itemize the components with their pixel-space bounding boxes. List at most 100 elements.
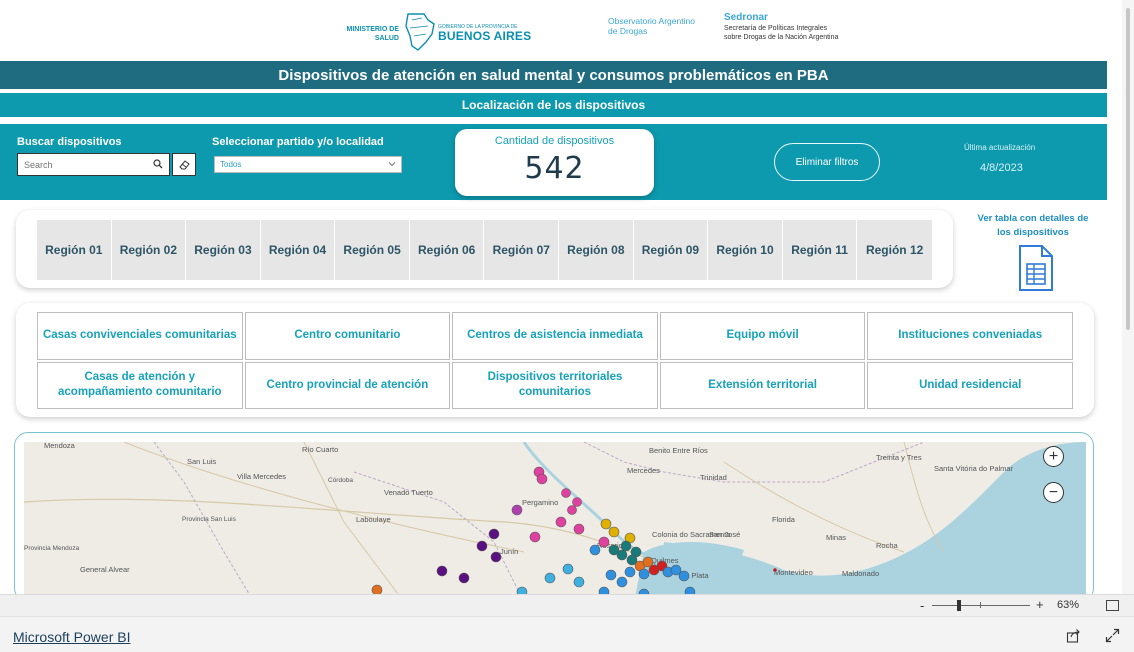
zoom-slider-track[interactable] [932,605,1030,606]
vertical-scrollbar[interactable] [1122,0,1134,594]
zoom-slider-thumb[interactable] [957,600,961,611]
device-type-button[interactable]: Centro comunitario [244,312,451,360]
last-update-label: Última actualización [964,143,1036,152]
map-label: Rocha [876,541,899,550]
map-label: Florida [772,515,796,524]
device-count-card: Cantidad de dispositivos 542 [455,129,654,196]
gobierno-logo: GOBIERNO DE LA PROVINCIA DE BUENOS AIRES [438,24,531,42]
device-type-button[interactable]: Centros de asistencia inmediata [452,312,658,360]
map-label: Treinta y Tres [876,453,922,462]
region-slicer: Región 01 Región 02 Región 03 Región 04 … [37,220,932,280]
table-link-line-2: los dispositivos [997,227,1069,238]
powerbi-link[interactable]: Microsoft Power BI [13,629,130,645]
region-button[interactable]: Región 03 [186,220,261,280]
page-subtitle: Localización de los dispositivos [0,93,1107,117]
map-label: Montevideo [774,568,813,577]
map-label: Junín [500,547,518,556]
device-type-button[interactable]: Unidad residencial [867,361,1073,409]
fullscreen-icon[interactable] [1105,628,1120,643]
device-type-button[interactable]: Instituciones conveniadas [867,312,1073,360]
region-button[interactable]: Región 12 [857,220,932,280]
ministerio-line-2: SALUD [374,35,399,42]
map-label: Maldonado [842,569,879,578]
region-button[interactable]: Región 02 [111,220,187,280]
chevron-down-icon [388,162,396,167]
device-type-button[interactable]: Casas de atención y acompañamiento comun… [37,361,243,409]
map-zoom-out-button[interactable]: − [1043,482,1064,503]
map-label: Mendoza [44,442,76,450]
partido-select[interactable]: Todos [214,156,402,173]
table-link-line-1: Ver tabla con detalles de [977,213,1089,224]
region-button[interactable]: Región 08 [559,220,634,280]
observatorio-line-2: de Drogas [608,26,648,36]
count-label: Cantidad de dispositivos [494,135,615,147]
map-label: Pergamino [522,498,558,507]
map-label: Benito Entre Ríos [649,446,708,455]
zoom-level-value: 63% [1057,599,1080,611]
map-label: Córdoba [328,477,353,484]
map-card: Mendoza Río Cuarto San Luis Villa Merced… [14,432,1094,602]
sedronar-line-2: sobre Drogas de la Nación Argentina [724,34,839,41]
partido-label: Seleccionar partido y/o localidad [212,136,384,148]
device-type-slicer: Casas convivenciales comunitarias Centro… [37,312,1073,409]
gobierno-big-text: BUENOS AIRES [438,29,532,43]
observatorio-line-1: Observatorio Argentino [608,16,695,26]
powerbi-footer: Microsoft Power BI [0,616,1134,652]
device-type-button[interactable]: Extensión territorial [659,361,866,409]
device-map[interactable]: Mendoza Río Cuarto San Luis Villa Merced… [24,442,1086,602]
map-label: San José [709,530,740,539]
sedronar-line-1: Secretaría de Políticas Integrales [724,25,828,32]
map-label: Río Cuarto [302,445,338,454]
map-label: Trinidad [700,473,727,482]
scrollbar-thumb[interactable] [1126,8,1130,330]
report-zoom-bar: - + 63% [0,594,1134,616]
device-type-button[interactable]: Equipo móvil [659,312,866,360]
region-button[interactable]: Región 05 [335,220,410,280]
ministerio-line-1: MINISTERIO DE [346,26,399,33]
ministerio-logo: MINISTERIO DE SALUD [345,25,399,43]
region-button[interactable]: Región 04 [260,220,336,280]
region-button[interactable]: Región 09 [633,220,709,280]
search-icon[interactable] [153,159,163,169]
observatorio-logo: Observatorio Argentino de Drogas [608,16,695,36]
device-type-button[interactable]: Centro provincial de atención [244,361,451,409]
partido-selected-value: Todos [220,160,242,169]
fit-to-page-icon[interactable] [1106,600,1119,611]
region-button[interactable]: Región 11 [782,220,858,280]
map-label: Minas [826,533,846,542]
zoom-slider-tick [980,602,981,608]
buenos-aires-map-icon [405,13,435,51]
region-button[interactable]: Región 01 [37,220,112,280]
map-label: Provincia Mendoza [24,545,80,552]
last-update-date: 4/8/2023 [980,162,1023,174]
map-label: San Luis [187,457,216,466]
search-box[interactable] [17,153,170,176]
map-label: Mercedes [627,466,660,475]
map-label: General Alvear [80,565,130,574]
count-value: 542 [524,151,585,186]
map-label: Venado Tuerto [384,488,433,497]
device-type-button[interactable]: Casas convivenciales comunitarias [37,312,243,360]
device-type-button[interactable]: Dispositivos territoriales comunitarios [452,361,658,409]
map-label: Santa Vitória do Palmar [934,464,1014,473]
clear-search-button[interactable] [172,153,196,176]
logo-header: MINISTERIO DE SALUD GOBIERNO DE LA PROVI… [0,0,1122,60]
table-details-link[interactable]: Ver tabla con detalles de los dispositiv… [970,212,1096,240]
sedronar-title: Sedronar [724,12,768,23]
zoom-plus-button[interactable]: + [1036,597,1044,612]
share-icon[interactable] [1066,628,1081,643]
spreadsheet-document-icon[interactable] [1018,244,1054,292]
clear-filters-button[interactable]: Eliminar filtros [774,143,880,181]
map-label: Villa Mercedes [237,472,286,481]
map-zoom-in-button[interactable]: + [1043,446,1064,467]
search-label: Buscar dispositivos [17,136,122,148]
page-title: Dispositivos de atención en salud mental… [0,61,1107,89]
map-label: Provincia San Luis [182,516,237,523]
region-button[interactable]: Región 07 [484,220,560,280]
region-button[interactable]: Región 06 [409,220,485,280]
search-input[interactable] [24,159,154,170]
region-button[interactable]: Región 10 [708,220,783,280]
eraser-icon [178,160,190,170]
map-label: Laboulaye [356,515,391,524]
zoom-minus-button[interactable]: - [920,598,924,613]
